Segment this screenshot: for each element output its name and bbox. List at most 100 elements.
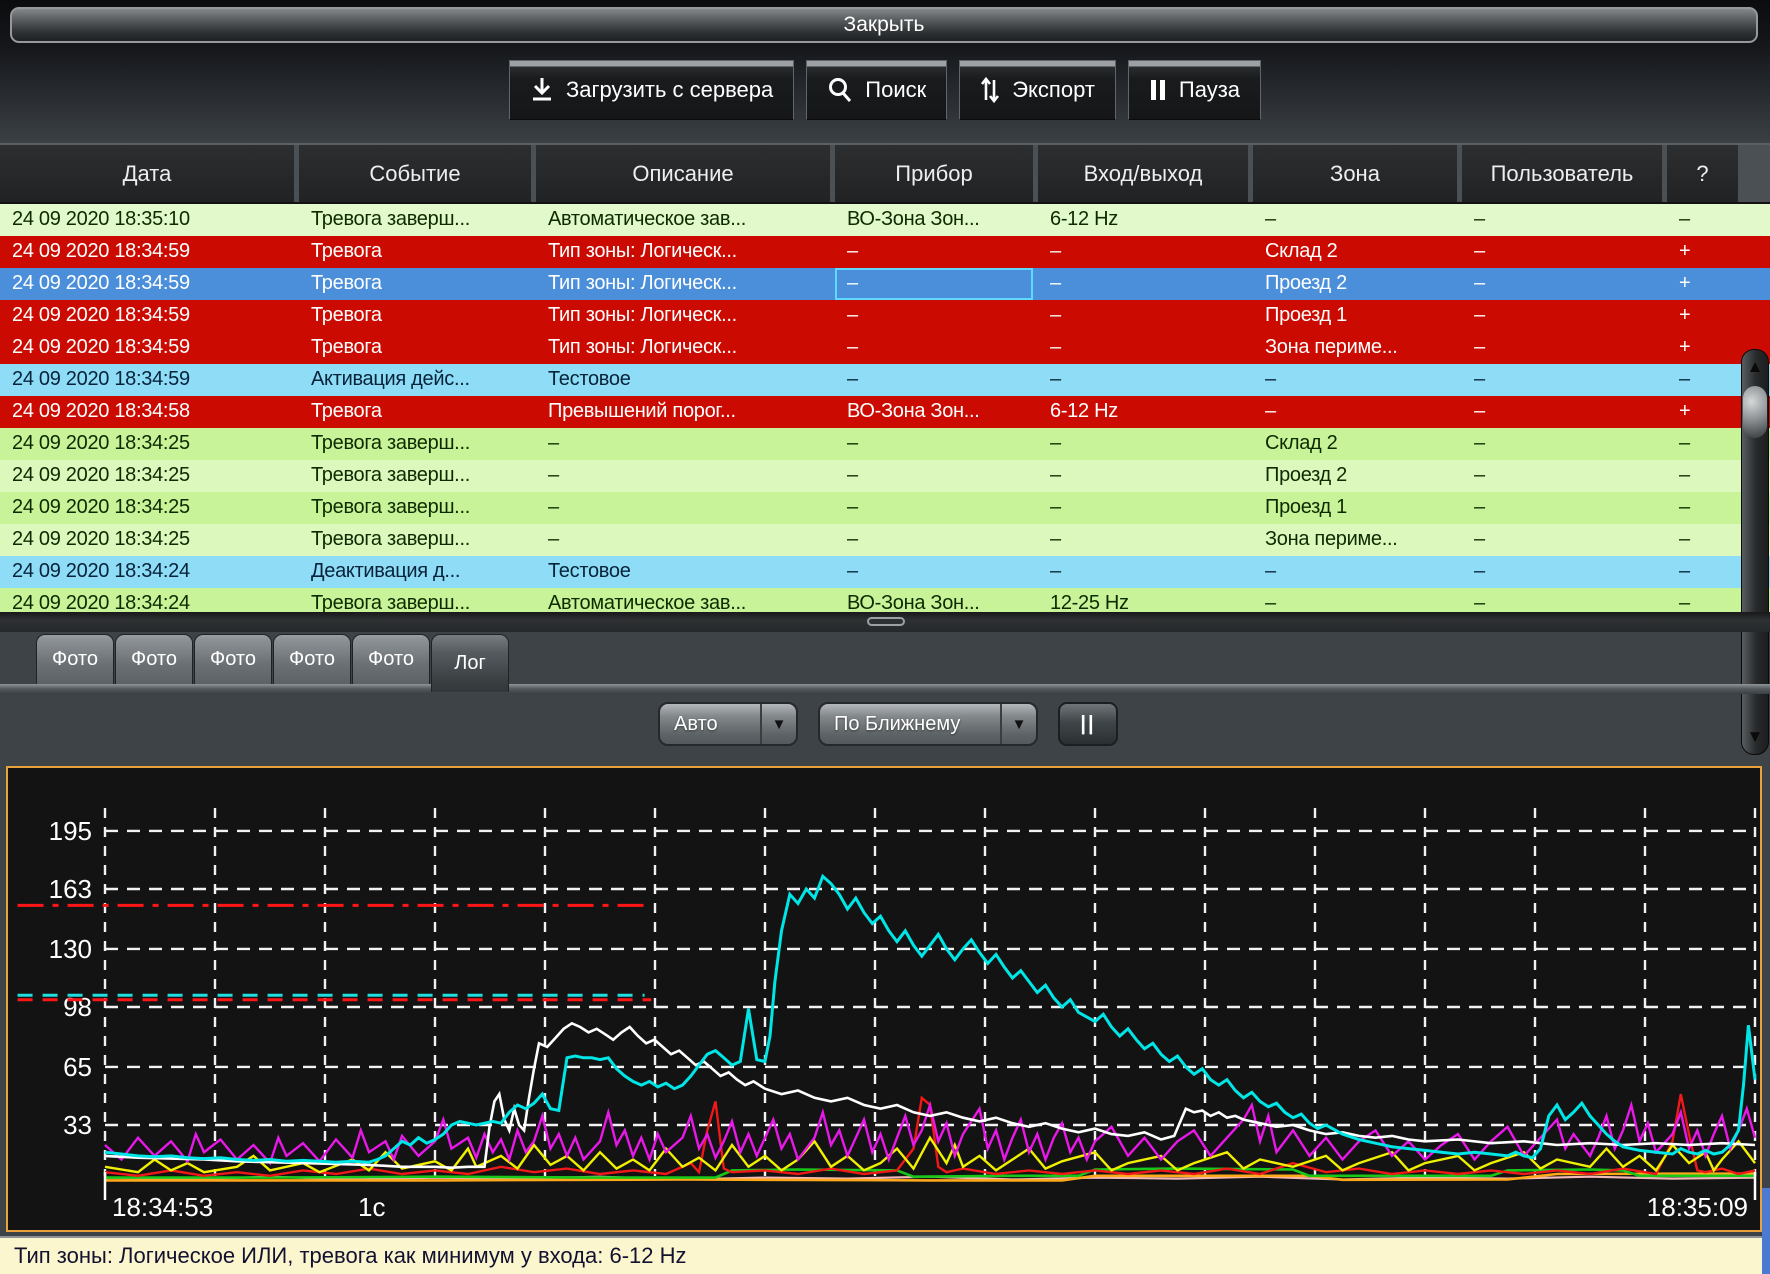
- table-cell[interactable]: –: [1253, 556, 1462, 588]
- table-cell[interactable]: –: [1038, 492, 1253, 524]
- table-cell[interactable]: –: [536, 492, 835, 524]
- table-cell[interactable]: Тревога: [299, 332, 536, 364]
- table-row[interactable]: 24 09 2020 18:34:25Тревога заверш...–––З…: [0, 524, 1770, 556]
- table-cell[interactable]: Превышений порог...: [536, 396, 835, 428]
- table-cell[interactable]: 24 09 2020 18:34:58: [0, 396, 299, 428]
- table-cell[interactable]: –: [1462, 268, 1667, 300]
- table-cell[interactable]: –: [1462, 300, 1667, 332]
- table-cell[interactable]: Зона периме...: [1253, 524, 1462, 556]
- table-row[interactable]: 24 09 2020 18:34:59ТревогаТип зоны: Логи…: [0, 332, 1770, 364]
- table-cell[interactable]: –: [1667, 588, 1738, 614]
- table-cell[interactable]: Тип зоны: Логическ...: [536, 332, 835, 364]
- table-cell[interactable]: Склад 2: [1253, 236, 1462, 268]
- table-cell[interactable]: Тестовое: [536, 364, 835, 396]
- table-cell[interactable]: –: [1667, 428, 1738, 460]
- table-cell[interactable]: Проезд 2: [1253, 268, 1462, 300]
- close-button[interactable]: Закрыть: [10, 7, 1758, 43]
- table-cell[interactable]: –: [1038, 236, 1253, 268]
- table-cell[interactable]: –: [536, 460, 835, 492]
- table-cell[interactable]: 24 09 2020 18:34:59: [0, 364, 299, 396]
- table-cell[interactable]: Тревога: [299, 300, 536, 332]
- column-header[interactable]: Вход/выход: [1038, 145, 1253, 202]
- table-cell[interactable]: Тестовое: [536, 556, 835, 588]
- table-cell[interactable]: –: [1462, 428, 1667, 460]
- table-cell[interactable]: ВО-Зона Зон...: [835, 588, 1038, 614]
- table-cell[interactable]: –: [1038, 556, 1253, 588]
- table-cell[interactable]: Тип зоны: Логическ...: [536, 268, 835, 300]
- table-cell[interactable]: –: [1462, 460, 1667, 492]
- table-cell[interactable]: –: [1462, 588, 1667, 614]
- table-cell[interactable]: 24 09 2020 18:34:59: [0, 332, 299, 364]
- table-cell[interactable]: –: [1253, 588, 1462, 614]
- table-cell[interactable]: –: [1667, 204, 1738, 236]
- table-cell[interactable]: –: [1462, 236, 1667, 268]
- table-cell[interactable]: Тревога заверш...: [299, 492, 536, 524]
- export-button[interactable]: Экспорт: [959, 60, 1116, 120]
- column-header[interactable]: ?: [1667, 145, 1738, 202]
- table-cell[interactable]: –: [1038, 300, 1253, 332]
- table-cell[interactable]: 24 09 2020 18:34:59: [0, 236, 299, 268]
- scale-select[interactable]: Авто ▼: [658, 702, 798, 746]
- table-cell[interactable]: –: [1667, 364, 1738, 396]
- table-cell[interactable]: –: [1667, 460, 1738, 492]
- table-cell[interactable]: Тревога заверш...: [299, 588, 536, 614]
- table-cell[interactable]: 24 09 2020 18:34:59: [0, 268, 299, 300]
- table-cell[interactable]: Тип зоны: Логическ...: [536, 300, 835, 332]
- table-cell[interactable]: ВО-Зона Зон...: [835, 396, 1038, 428]
- column-header[interactable]: Дата: [0, 145, 299, 202]
- mode-select[interactable]: По Ближнему ▼: [818, 702, 1038, 746]
- table-cell[interactable]: –: [835, 332, 1038, 364]
- table-cell[interactable]: 24 09 2020 18:34:25: [0, 524, 299, 556]
- table-cell[interactable]: –: [1667, 492, 1738, 524]
- search-button[interactable]: Поиск: [806, 60, 947, 120]
- table-cell[interactable]: ВО-Зона Зон...: [835, 204, 1038, 236]
- table-row[interactable]: 24 09 2020 18:34:25Тревога заверш...–––П…: [0, 460, 1770, 492]
- load-from-server-button[interactable]: Загрузить с сервера: [509, 60, 794, 120]
- tab-photo-5[interactable]: Фото: [352, 634, 430, 684]
- table-cell[interactable]: –: [536, 428, 835, 460]
- table-cell[interactable]: 24 09 2020 18:34:25: [0, 428, 299, 460]
- table-cell[interactable]: +: [1667, 268, 1738, 300]
- table-cell[interactable]: 24 09 2020 18:34:24: [0, 556, 299, 588]
- table-cell[interactable]: 6-12 Hz: [1038, 396, 1253, 428]
- table-cell[interactable]: Склад 2: [1253, 428, 1462, 460]
- table-cell[interactable]: –: [1462, 396, 1667, 428]
- table-cell[interactable]: –: [835, 236, 1038, 268]
- table-cell[interactable]: Тревога: [299, 236, 536, 268]
- table-cell[interactable]: –: [1253, 364, 1462, 396]
- table-cell[interactable]: –: [1038, 268, 1253, 300]
- table-row[interactable]: 24 09 2020 18:34:59ТревогаТип зоны: Логи…: [0, 236, 1770, 268]
- table-cell[interactable]: –: [1667, 556, 1738, 588]
- table-cell[interactable]: Тревога: [299, 268, 536, 300]
- column-header[interactable]: Зона: [1253, 145, 1462, 202]
- pause-toolbar-button[interactable]: Пауза: [1128, 60, 1261, 120]
- table-row[interactable]: 24 09 2020 18:34:59ТревогаТип зоны: Логи…: [0, 268, 1770, 300]
- table-cell[interactable]: –: [1038, 332, 1253, 364]
- tab-photo-1[interactable]: Фото: [36, 634, 114, 684]
- table-row[interactable]: 24 09 2020 18:34:25Тревога заверш...–––С…: [0, 428, 1770, 460]
- table-cell[interactable]: –: [1462, 556, 1667, 588]
- table-row[interactable]: 24 09 2020 18:34:24Деактивация д...Тесто…: [0, 556, 1770, 588]
- chevron-down-icon[interactable]: ▼: [1000, 704, 1036, 744]
- table-cell[interactable]: –: [835, 556, 1038, 588]
- tab-photo-3[interactable]: Фото: [194, 634, 272, 684]
- column-header[interactable]: Прибор: [835, 145, 1038, 202]
- table-row[interactable]: 24 09 2020 18:34:59Активация дейс...Тест…: [0, 364, 1770, 396]
- column-header[interactable]: Событие: [299, 145, 536, 202]
- tab-photo-2[interactable]: Фото: [115, 634, 193, 684]
- table-row[interactable]: 24 09 2020 18:34:59ТревогаТип зоны: Логи…: [0, 300, 1770, 332]
- table-cell[interactable]: Проезд 2: [1253, 460, 1462, 492]
- table-cell[interactable]: Тревога заверш...: [299, 460, 536, 492]
- table-cell[interactable]: –: [1462, 204, 1667, 236]
- table-cell[interactable]: Автоматическое зав...: [536, 588, 835, 614]
- table-cell[interactable]: +: [1667, 396, 1738, 428]
- table-row[interactable]: 24 09 2020 18:34:24Тревога заверш...Авто…: [0, 588, 1770, 614]
- table-cell[interactable]: 24 09 2020 18:34:24: [0, 588, 299, 614]
- table-cell[interactable]: –: [835, 428, 1038, 460]
- table-cell[interactable]: 24 09 2020 18:34:59: [0, 300, 299, 332]
- table-row[interactable]: 24 09 2020 18:34:25Тревога заверш...–––П…: [0, 492, 1770, 524]
- table-cell[interactable]: Активация дейс...: [299, 364, 536, 396]
- table-cell[interactable]: –: [1253, 396, 1462, 428]
- table-cell[interactable]: –: [1038, 524, 1253, 556]
- tab-photo-4[interactable]: Фото: [273, 634, 351, 684]
